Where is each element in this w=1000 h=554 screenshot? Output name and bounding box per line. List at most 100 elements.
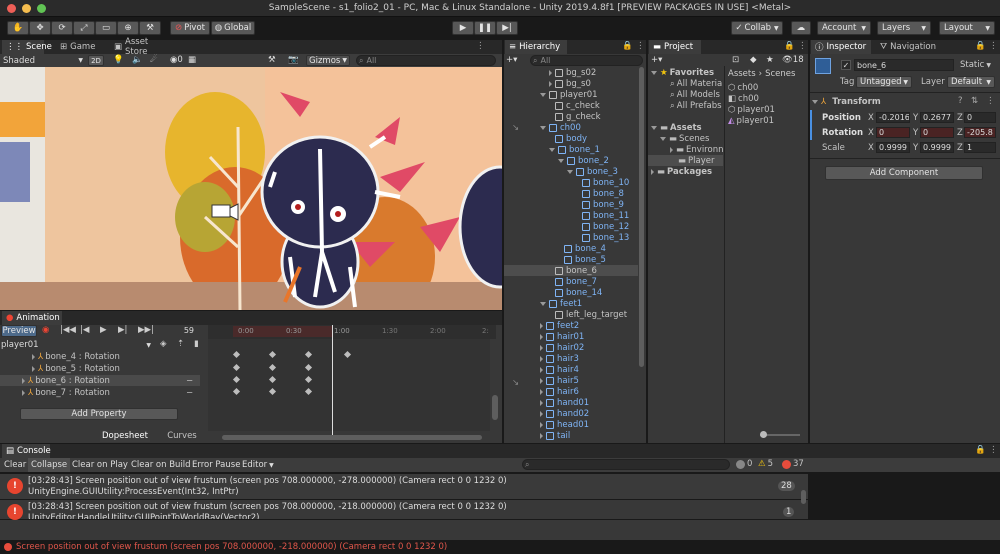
grid-icon[interactable]: ▦ <box>188 55 196 65</box>
lock-icon[interactable]: 🔒 <box>784 41 795 51</box>
clear-on-play-toggle[interactable]: Clear on Play <box>72 460 128 470</box>
console-menu-icon[interactable]: ⋮ <box>989 445 998 455</box>
hierarchy-item[interactable]: bone_11 <box>504 210 638 221</box>
playhead[interactable] <box>332 325 333 435</box>
hierarchy-item[interactable]: bone_13 <box>504 232 638 243</box>
hierarchy-item[interactable]: body <box>504 133 638 144</box>
rotate-tool-button[interactable]: ⟳ <box>51 21 73 35</box>
tab-console[interactable]: ▤ Console <box>2 444 51 458</box>
expand-open-icon[interactable] <box>540 92 546 97</box>
expand-open-icon[interactable] <box>549 147 555 152</box>
close-window-button[interactable] <box>7 4 16 13</box>
global-toggle[interactable]: ◍ Global <box>211 21 255 35</box>
expand-closed-icon[interactable] <box>540 366 543 373</box>
hidden-objects-icon[interactable]: ◉0 <box>170 55 183 65</box>
lock-icon[interactable]: 🔒 <box>975 41 986 51</box>
project-menu-icon[interactable]: ⋮ <box>798 41 807 51</box>
tab-curves[interactable]: Curves <box>160 430 204 442</box>
hierarchy-item[interactable]: g_check <box>504 111 638 122</box>
expand-closed-icon[interactable] <box>549 80 552 87</box>
project-file[interactable]: ⬡ player01 <box>728 104 775 115</box>
tab-navigation[interactable]: ⛛ Navigation <box>876 40 942 54</box>
prev-key-button[interactable]: |◀ <box>80 325 89 335</box>
scene-viewport[interactable] <box>0 67 502 310</box>
inspector-menu-icon[interactable]: ⋮ <box>989 41 998 51</box>
project-file[interactable]: ◭ player01 <box>728 115 774 126</box>
console-search-input[interactable]: ⌕ <box>522 459 730 470</box>
add-component-button[interactable]: Add Component <box>825 166 983 180</box>
hierarchy-item[interactable]: bone_1 <box>504 144 638 155</box>
hierarchy-item[interactable]: hair01 <box>504 331 638 342</box>
expand-closed-icon[interactable] <box>540 322 543 329</box>
expand-closed-icon[interactable] <box>540 344 543 351</box>
expand-open-icon[interactable] <box>540 125 546 130</box>
hierarchy-item[interactable]: bone_9 <box>504 199 638 210</box>
subfolder-selected[interactable]: ▬ Player <box>648 155 723 166</box>
preview-toggle[interactable]: Preview <box>1 325 37 337</box>
hierarchy-item[interactable]: bone_2 <box>504 155 638 166</box>
account-dropdown[interactable]: Account ▼ <box>817 21 871 35</box>
breadcrumb-item[interactable]: Scenes <box>765 69 795 79</box>
scenes-folder[interactable]: ▬ Scenes <box>660 133 709 144</box>
hierarchy-item[interactable]: left_leg_target <box>504 309 638 320</box>
cloud-button[interactable]: ☁ <box>791 21 811 35</box>
minimize-window-button[interactable] <box>22 4 31 13</box>
hierarchy-item[interactable]: bone_14 <box>504 287 638 298</box>
clip-dropdown[interactable]: player01 ▼ <box>1 339 151 351</box>
error-count-toggle[interactable]: 37 <box>782 459 804 469</box>
pause-button[interactable]: ❚❚ <box>474 21 496 35</box>
hierarchy-item[interactable]: bone_10 <box>504 177 638 188</box>
hierarchy-item[interactable]: hand02 <box>504 408 638 419</box>
next-key-button[interactable]: ▶| <box>118 325 127 335</box>
expand-closed-icon[interactable] <box>540 377 543 384</box>
hierarchy-item[interactable]: ch00 <box>504 122 638 133</box>
hierarchy-item[interactable]: hair6 <box>504 386 638 397</box>
tab-scene[interactable]: ⋮⋮ Scene <box>2 40 52 54</box>
expand-open-icon[interactable] <box>540 301 546 306</box>
favorite-item[interactable]: ⌕ All Models <box>670 89 720 100</box>
hidden-packages-icon[interactable]: 👁18 <box>782 55 804 65</box>
scene-search-input[interactable]: ⌕ All <box>356 55 496 66</box>
last-key-button[interactable]: ▶▶| <box>138 325 154 335</box>
play-button[interactable]: ▶ <box>452 21 474 35</box>
2d-toggle[interactable]: 2D <box>88 55 104 66</box>
property-row-selected[interactable]: ⅄ bone_6 : Rotation − <box>0 375 200 386</box>
hierarchy-item[interactable]: hand01 <box>504 397 638 408</box>
collab-dropdown[interactable]: ✓ Collab ▼ <box>731 21 783 35</box>
component-menu-icon[interactable]: ⋮ <box>986 96 995 106</box>
property-row[interactable]: ⅄ bone_7 : Rotation − <box>0 387 200 398</box>
scale-y-field[interactable]: 0.9999 <box>920 142 954 153</box>
clear-on-build-toggle[interactable]: Clear on Build <box>131 460 191 470</box>
editor-dropdown[interactable]: Editor ▼ <box>242 460 274 470</box>
assets-folder[interactable]: ▬ Assets <box>651 122 702 133</box>
tab-animation[interactable]: ● Animation <box>2 311 62 325</box>
packages-folder[interactable]: ▬ Packages <box>651 166 712 177</box>
hierarchy-item[interactable]: bone_3 <box>504 166 638 177</box>
custom-tool-button[interactable]: ⚒ <box>139 21 161 35</box>
hierarchy-add-button[interactable]: +▾ <box>506 55 517 65</box>
hierarchy-item[interactable]: hair02 <box>504 342 638 353</box>
expand-closed-icon[interactable] <box>540 355 543 362</box>
expand-closed-icon[interactable] <box>540 410 543 417</box>
layout-dropdown[interactable]: Layout ▼ <box>939 21 995 35</box>
icon-size-slider[interactable] <box>760 431 800 438</box>
play-animation-button[interactable]: ▶ <box>100 325 107 335</box>
hierarchy-scrollbar[interactable] <box>639 67 644 367</box>
warning-count-toggle[interactable]: ⚠ 5 <box>758 459 773 469</box>
object-name-input[interactable]: bone_6 <box>854 59 954 71</box>
project-add-button[interactable]: +▾ <box>651 55 662 65</box>
step-button[interactable]: ▶| <box>496 21 518 35</box>
hierarchy-item[interactable]: feet1 <box>504 298 638 309</box>
expand-closed-icon[interactable] <box>549 69 552 76</box>
tag-dropdown[interactable]: Untagged ▼ <box>856 76 912 88</box>
expand-closed-icon[interactable] <box>540 399 543 406</box>
add-event-icon[interactable]: ⇡ <box>177 339 184 349</box>
expand-closed-icon[interactable] <box>540 432 543 439</box>
maximize-window-button[interactable] <box>37 4 46 13</box>
slider-handle[interactable] <box>760 431 767 438</box>
hierarchy-item[interactable]: bone_5 <box>504 254 638 265</box>
hierarchy-item[interactable]: c_check <box>504 100 638 111</box>
pivot-toggle[interactable]: ⊘ Pivot <box>170 21 210 35</box>
remove-icon[interactable]: − <box>186 376 193 386</box>
shading-mode-dropdown[interactable]: Shaded ▼ <box>3 55 83 66</box>
